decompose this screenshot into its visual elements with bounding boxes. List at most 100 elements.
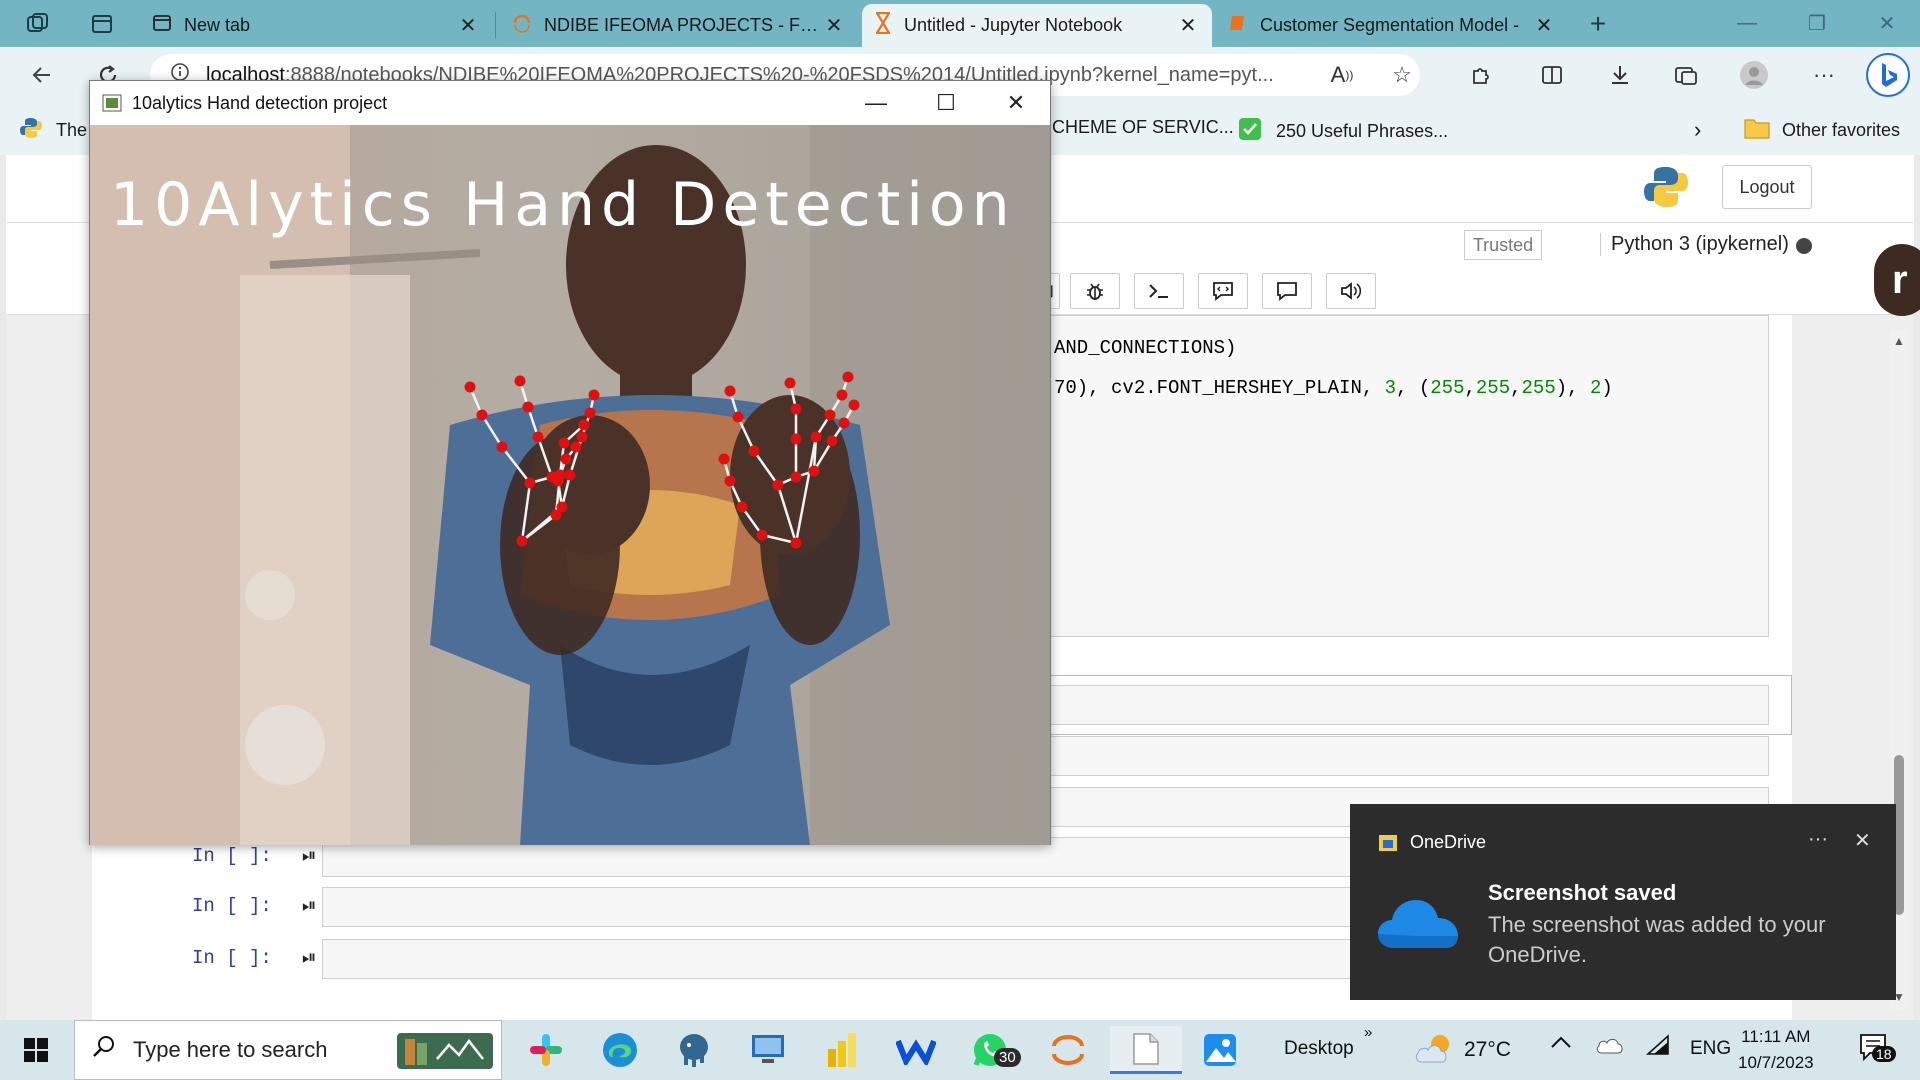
onedrive-tray-icon[interactable] xyxy=(1596,1036,1624,1060)
favorite-python[interactable]: The xyxy=(20,117,87,144)
webex-icon[interactable] xyxy=(888,1026,944,1074)
jupyter-icon[interactable] xyxy=(1040,1026,1096,1074)
tab-new-tab[interactable]: New tab ✕ xyxy=(140,4,492,47)
remote-desktop-icon[interactable] xyxy=(740,1026,796,1074)
minimize-icon[interactable]: — xyxy=(1712,0,1782,47)
clock-time: 11:11 AM xyxy=(1741,1027,1811,1046)
favorite-label: CHEME OF SERVIC... xyxy=(1052,117,1234,137)
opencv-window: 10alytics Hand detection project — ☐ ✕ 1… xyxy=(89,80,1051,845)
close-icon[interactable]: ✕ xyxy=(1854,828,1871,853)
double-chevron-icon[interactable]: » xyxy=(1364,1024,1372,1041)
clock-date: 10/7/2023 xyxy=(1738,1053,1814,1072)
hand-landmark-point xyxy=(772,479,784,491)
hand-landmark-point xyxy=(516,535,528,547)
hand-landmark-point xyxy=(588,389,600,401)
input-language[interactable]: ENG xyxy=(1690,1038,1731,1060)
edge-browser-icon[interactable] xyxy=(592,1026,648,1074)
weather-cloud-icon[interactable] xyxy=(1414,1032,1458,1070)
scroll-up-icon[interactable]: ▲ xyxy=(1893,334,1905,348)
notification-count-badge: 18 xyxy=(1872,1046,1896,1062)
code-line: AND_CONNECTIONS) xyxy=(1054,337,1237,359)
read-aloud-icon[interactable]: A)) xyxy=(1326,59,1358,91)
folder-icon xyxy=(1744,117,1770,144)
hand-landmark-point xyxy=(790,403,802,415)
hand-landmark-point xyxy=(736,501,748,513)
close-icon[interactable]: ✕ xyxy=(988,81,1044,125)
comment-icon[interactable] xyxy=(1262,273,1312,309)
hand-landmark-point xyxy=(842,371,854,383)
close-icon[interactable]: ✕ xyxy=(1532,13,1556,38)
start-windows-icon[interactable] xyxy=(8,1026,64,1074)
weather-temperature[interactable]: 27°C xyxy=(1464,1038,1511,1062)
hand-landmark-point xyxy=(790,433,802,445)
photos-icon[interactable] xyxy=(1192,1026,1248,1074)
tab-ndibe-projects[interactable]: NDIBE IFEOMA PROJECTS - FSDS ✕ xyxy=(500,4,858,47)
opencv-window-title: 10alytics Hand detection project xyxy=(132,92,388,113)
system-clock[interactable]: 11:11 AM 10/7/2023 xyxy=(1738,1024,1814,1076)
cell-prompt: In [ ]: xyxy=(192,947,272,969)
favorite-scheme-of-service[interactable]: CHEME OF SERVIC... xyxy=(1052,117,1234,138)
hourglass-icon xyxy=(874,11,892,39)
hand-landmark-point xyxy=(732,411,744,423)
power-bi-icon[interactable] xyxy=(814,1026,870,1074)
close-icon[interactable]: ✕ xyxy=(1176,13,1200,38)
tab-title: Untitled - Jupyter Notebook xyxy=(904,15,1123,35)
debug-bug-icon[interactable] xyxy=(1070,273,1120,309)
sidebar-avatar[interactable]: r xyxy=(1874,244,1920,316)
close-icon[interactable]: ✕ xyxy=(456,13,480,38)
extensions-icon[interactable] xyxy=(1464,59,1496,91)
hand-landmark-point xyxy=(464,381,476,393)
back-icon[interactable] xyxy=(26,59,58,91)
speaker-icon[interactable] xyxy=(1326,273,1376,309)
chevron-right-icon[interactable]: › xyxy=(1694,117,1701,143)
whatsapp-icon[interactable]: 30 xyxy=(962,1026,1021,1074)
collections-icon[interactable] xyxy=(1670,59,1702,91)
split-screen-icon[interactable] xyxy=(1536,59,1568,91)
cell-prompt: In [ ]: xyxy=(192,845,272,867)
run-cell-icon[interactable]: ⏯ xyxy=(302,845,316,866)
hand-landmark-point xyxy=(514,375,526,387)
tab-customer-segmentation[interactable]: Customer Segmentation Model - ✕ xyxy=(1216,4,1568,47)
favorite-useful-phrases[interactable]: 250 Useful Phrases... xyxy=(1238,117,1448,146)
maximize-icon[interactable]: ☐ xyxy=(918,81,974,125)
downloads-icon[interactable] xyxy=(1604,59,1636,91)
notebook-icon xyxy=(1228,13,1248,38)
terminal-icon[interactable] xyxy=(1134,273,1184,309)
minimize-icon[interactable]: — xyxy=(848,81,904,125)
onedrive-notification[interactable]: OneDrive ··· ✕ Screenshot saved The scre… xyxy=(1350,804,1896,1000)
slack-icon[interactable] xyxy=(518,1026,574,1074)
opencv-title-bar[interactable]: 10alytics Hand detection project xyxy=(90,81,1050,125)
run-cell-icon[interactable]: ⏯ xyxy=(302,895,316,916)
profile-avatar-icon[interactable] xyxy=(1738,59,1770,91)
desktop-toolbar-label[interactable]: Desktop xyxy=(1284,1038,1354,1060)
trusted-indicator[interactable]: Trusted xyxy=(1464,230,1542,260)
workspaces-icon[interactable] xyxy=(22,8,54,40)
bing-copilot-icon[interactable] xyxy=(1866,53,1910,97)
tab-jupyter-notebook[interactable]: Untitled - Jupyter Notebook ✕ xyxy=(862,4,1212,47)
new-tab-plus-icon[interactable]: + xyxy=(1582,8,1614,40)
more-options-icon[interactable]: ··· xyxy=(1808,828,1828,851)
notification-center-icon[interactable]: 18 xyxy=(1858,1032,1896,1068)
window-app-icon xyxy=(102,94,122,117)
postgres-icon[interactable] xyxy=(666,1026,722,1074)
run-cell-icon[interactable]: ⏯ xyxy=(302,947,316,968)
more-menu-icon[interactable]: ··· xyxy=(1808,59,1840,91)
python-logo-icon xyxy=(20,117,42,144)
hand-landmark-point xyxy=(532,431,544,443)
notepad-icon[interactable] xyxy=(1110,1026,1182,1074)
kernel-name[interactable]: Python 3 (ipykernel) xyxy=(1600,233,1789,256)
favorite-star-icon[interactable]: ☆ xyxy=(1386,59,1418,91)
code-line: 70), cv2.FONT_HERSHEY_PLAIN, 3, (255,255… xyxy=(1054,377,1613,399)
tab-actions-icon[interactable] xyxy=(86,8,118,40)
close-window-icon[interactable]: ✕ xyxy=(1852,0,1920,47)
restore-icon[interactable]: ❐ xyxy=(1782,0,1852,47)
wifi-icon[interactable] xyxy=(1645,1034,1670,1062)
taskbar-search[interactable]: Type here to search xyxy=(74,1020,502,1080)
show-hidden-icons-chevron-icon[interactable] xyxy=(1550,1034,1572,1056)
favorite-other-favorites[interactable]: Other favorites xyxy=(1744,117,1900,144)
close-icon[interactable]: ✕ xyxy=(822,13,846,38)
favorite-label: 250 Useful Phrases... xyxy=(1276,121,1449,141)
logout-button[interactable]: Logout xyxy=(1722,165,1812,209)
hand-landmark-point xyxy=(748,445,760,457)
comment-code-icon[interactable] xyxy=(1198,273,1248,309)
